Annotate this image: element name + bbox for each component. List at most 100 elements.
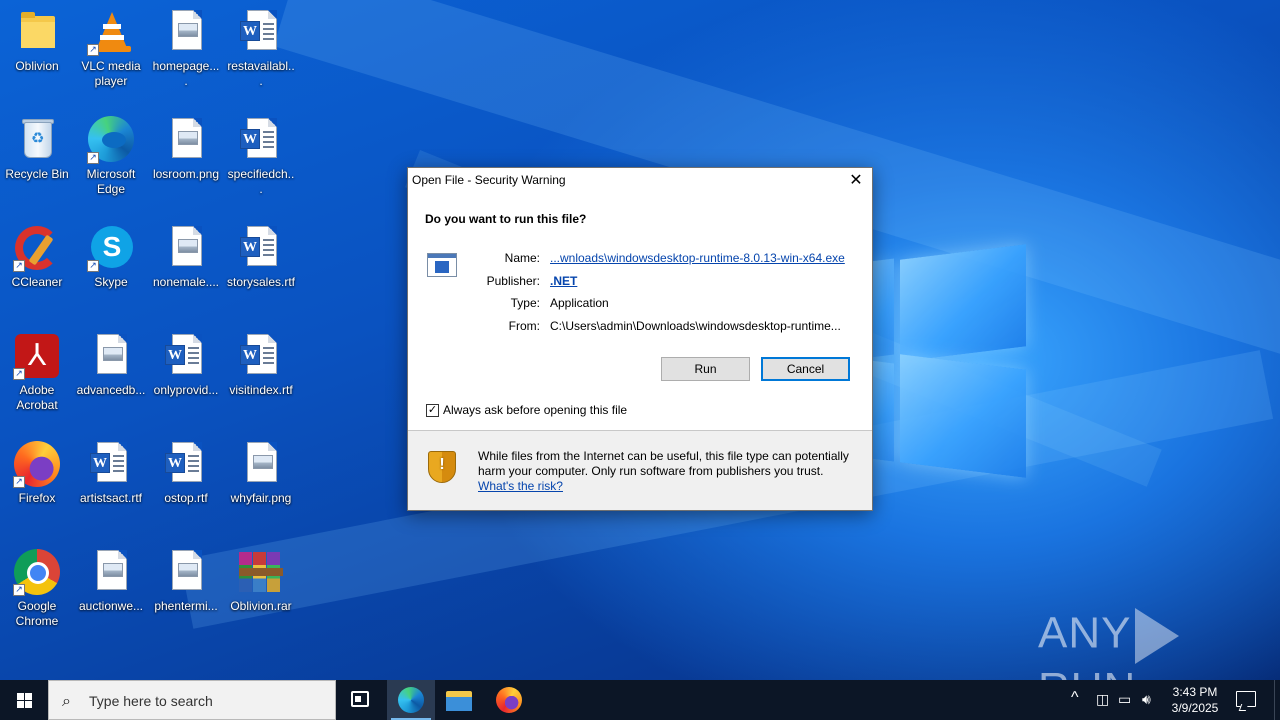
desktop-icon-advancedb[interactable]: advancedb... — [74, 326, 148, 398]
watermark-run-text: RUN — [1038, 664, 1136, 680]
shortcut-arrow-icon: ↗ — [13, 368, 25, 380]
desktop-icon-adobe-acrobat[interactable]: ⅄ ↗ Adobe Acrobat — [0, 326, 74, 413]
desktop-icon-whyfair[interactable]: whyfair.png — [224, 434, 298, 506]
close-button[interactable]: ✕ — [840, 168, 872, 194]
shortcut-arrow-icon: ↗ — [87, 260, 99, 272]
desktop-icon-restavailabl[interactable]: W restavailabl... — [224, 2, 298, 89]
word-doc-icon: W — [237, 332, 285, 380]
desktop-icon-label: CCleaner — [11, 275, 63, 289]
from-label: From: — [508, 319, 540, 333]
image-file-icon — [162, 8, 210, 56]
desktop-icon-label: whyfair.png — [230, 491, 292, 505]
shortcut-arrow-icon: ↗ — [13, 260, 25, 272]
file-explorer-icon — [446, 691, 472, 711]
divider — [408, 430, 872, 431]
shortcut-arrow-icon: ↗ — [87, 44, 99, 56]
volume-icon[interactable]: 🔊︎ — [1142, 691, 1151, 708]
edge-icon — [398, 687, 424, 713]
action-center-icon[interactable] — [1236, 691, 1256, 707]
desktop-icon-losroom[interactable]: losroom.png — [149, 110, 223, 182]
dialog-title: Open File - Security Warning — [412, 173, 566, 187]
desktop-icon-oblivion-rar[interactable]: Oblivion.rar — [224, 542, 298, 614]
type-value: Application — [550, 296, 609, 310]
cancel-button[interactable]: Cancel — [761, 357, 850, 381]
taskbar-search-box[interactable]: ⌕ Type here to search — [48, 680, 336, 720]
desktop-icon-vlc[interactable]: ↗ VLC media player — [74, 2, 148, 89]
chevron-up-icon[interactable]: ^ — [1071, 689, 1079, 707]
desktop-icon-label: Adobe Acrobat — [16, 383, 58, 412]
folder-icon — [13, 8, 61, 56]
always-ask-checkbox[interactable]: ✓ — [426, 404, 439, 417]
taskbar: ⌕ Type here to search ^ ◫ ▭ 🔊︎ 3:43 PM 3… — [0, 680, 1280, 720]
run-button[interactable]: Run — [661, 357, 750, 381]
warning-message: While files from the Internet can be use… — [478, 449, 849, 478]
desktop-icon-visitindex[interactable]: W visitindex.rtf — [224, 326, 298, 398]
clock-time: 3:43 PM — [1172, 685, 1218, 699]
desktop-icon-artistsact[interactable]: W artistsact.rtf — [74, 434, 148, 506]
name-label: Name: — [504, 251, 540, 265]
desktop-icon-label: nonemale.... — [152, 275, 220, 289]
task-view-button[interactable] — [336, 680, 384, 720]
search-icon: ⌕ — [62, 691, 71, 710]
desktop-icon-label: Google Chrome — [15, 599, 59, 628]
desktop-icon-label: advancedb... — [76, 383, 146, 397]
desktop-icon-label: visitindex.rtf — [229, 383, 293, 397]
network-icon[interactable]: ▭ — [1118, 691, 1131, 708]
desktop-icon-google-chrome[interactable]: ↗ Google Chrome — [0, 542, 74, 629]
desktop-icon-firefox[interactable]: ↗ Firefox — [0, 434, 74, 506]
start-button[interactable] — [0, 680, 48, 720]
desktop-icon-specifiedch[interactable]: W specifiedch... — [224, 110, 298, 197]
dialog-titlebar[interactable]: Open File - Security Warning ✕ — [408, 168, 872, 194]
task-view-icon — [351, 691, 369, 707]
desktop-icon-skype[interactable]: S ↗ Skype — [74, 218, 148, 290]
chrome-icon: ↗ — [13, 548, 61, 596]
desktop-icon-label: Oblivion.rar — [230, 599, 292, 613]
word-doc-icon: W — [162, 440, 210, 488]
play-icon — [1135, 608, 1180, 664]
taskbar-file-explorer-button[interactable] — [435, 680, 483, 720]
desktop-icon-homepage[interactable]: homepage.... — [149, 2, 223, 89]
desktop-icon-label: auctionwe... — [78, 599, 144, 613]
from-value: C:\Users\admin\Downloads\windowsdesktop-… — [550, 319, 841, 333]
publisher-link[interactable]: .NET — [550, 274, 577, 288]
desktop-icon-oblivion-folder[interactable]: Oblivion — [0, 2, 74, 74]
show-desktop-button[interactable] — [1274, 680, 1280, 720]
image-file-icon — [162, 548, 210, 596]
word-doc-icon: W — [237, 224, 285, 272]
windows-logo-wallpaper — [870, 240, 1030, 480]
image-file-icon — [87, 548, 135, 596]
desktop-icon-label: artistsact.rtf — [79, 491, 142, 505]
taskbar-edge-button[interactable] — [387, 680, 435, 720]
desktop-icon-ccleaner[interactable]: ↗ CCleaner — [0, 218, 74, 290]
word-doc-icon: W — [87, 440, 135, 488]
taskbar-firefox-button[interactable] — [485, 680, 533, 720]
desktop-icon-label: homepage.... — [152, 59, 220, 88]
winrar-icon — [237, 548, 285, 596]
taskbar-clock[interactable]: 3:43 PM 3/9/2025 — [1162, 684, 1228, 716]
shortcut-arrow-icon: ↗ — [13, 584, 25, 596]
whats-the-risk-link[interactable]: What's the risk? — [478, 479, 563, 493]
shortcut-arrow-icon: ↗ — [13, 476, 25, 488]
desktop-icon-nonemale[interactable]: nonemale.... — [149, 218, 223, 290]
word-doc-icon: W — [237, 8, 285, 56]
desktop-icon-recycle-bin[interactable]: ♻ Recycle Bin — [0, 110, 74, 182]
desktop-icon-label: Oblivion — [15, 59, 59, 73]
skype-icon: S ↗ — [87, 224, 135, 272]
system-tray: ^ ◫ ▭ 🔊︎ — [1066, 680, 1162, 720]
desktop-icon-label: VLC media player — [81, 59, 141, 88]
desktop-icon-label: losroom.png — [152, 167, 220, 181]
always-ask-label[interactable]: Always ask before opening this file — [443, 403, 627, 417]
file-name-link[interactable]: ...wnloads\windowsdesktop-runtime-8.0.13… — [550, 251, 845, 265]
word-doc-icon: W — [162, 332, 210, 380]
desktop-icon-auctionwe[interactable]: auctionwe... — [74, 542, 148, 614]
image-file-icon — [162, 224, 210, 272]
desktop-icon-label: Firefox — [18, 491, 56, 505]
desktop-icon-ostop[interactable]: W ostop.rtf — [149, 434, 223, 506]
clock-date: 3/9/2025 — [1171, 701, 1219, 715]
desktop-icon-microsoft-edge[interactable]: ↗ Microsoft Edge — [74, 110, 148, 197]
type-label: Type: — [510, 296, 540, 310]
desktop-icon-storysales[interactable]: W storysales.rtf — [224, 218, 298, 290]
desktop-icon-onlyprovid[interactable]: W onlyprovid... — [149, 326, 223, 398]
meet-now-icon[interactable]: ◫ — [1096, 691, 1109, 708]
desktop-icon-phentermi[interactable]: phentermi... — [149, 542, 223, 614]
